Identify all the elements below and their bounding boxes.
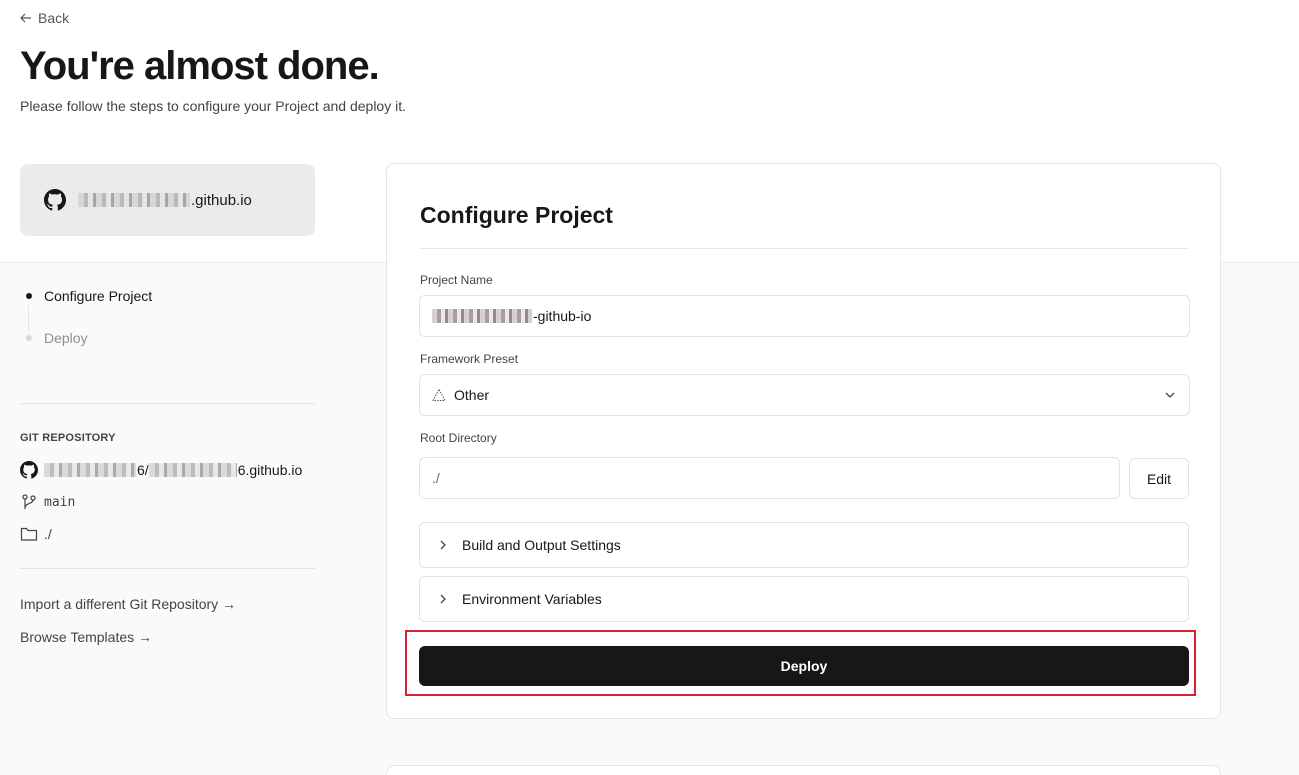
step-label: Configure Project [44, 288, 153, 304]
step-deploy: Deploy [20, 326, 152, 350]
git-repo-name[interactable]: 6/ 6.github.io [44, 462, 302, 478]
build-output-settings-accordion[interactable]: Build and Output Settings [419, 522, 1189, 568]
environment-variables-accordion[interactable]: Environment Variables [419, 576, 1189, 622]
git-directory: ./ [44, 526, 52, 542]
github-icon [20, 461, 38, 479]
root-directory-input[interactable]: ./ [419, 457, 1120, 499]
repo-card-name: .github.io [78, 192, 252, 209]
card-divider [420, 248, 1189, 249]
git-branch-name: main [44, 494, 76, 510]
git-directory-row: ./ [20, 525, 52, 543]
framework-preset-value: Other [454, 387, 490, 403]
step-connector [28, 305, 29, 331]
steps-list: Configure Project Deploy [20, 284, 152, 368]
framework-preset-label: Framework Preset [420, 352, 519, 366]
root-directory-label: Root Directory [420, 431, 497, 445]
step-inactive-dot-icon [26, 335, 32, 341]
browse-templates-link[interactable]: Browse Templates → [20, 629, 152, 645]
back-link[interactable]: Back [20, 10, 69, 26]
page-subtitle: Please follow the steps to configure you… [20, 98, 406, 114]
page-title: You're almost done. [20, 44, 380, 88]
back-label: Back [38, 10, 70, 26]
step-label: Deploy [44, 330, 88, 346]
folder-icon [20, 527, 38, 541]
chevron-down-icon [1165, 392, 1175, 398]
sidebar-divider [20, 403, 315, 404]
redacted-text [78, 193, 190, 207]
repo-card-name-suffix: .github.io [191, 191, 252, 209]
step-configure-project: Configure Project [20, 284, 152, 308]
git-branch-icon [22, 494, 36, 509]
git-repository-heading: GIT REPOSITORY [20, 432, 116, 444]
git-repo-suffix: 6.github.io [237, 462, 303, 478]
step-active-dot-icon [26, 293, 32, 299]
triangle-icon [432, 388, 446, 401]
configure-project-title: Configure Project [420, 202, 613, 228]
git-repo-row: 6/ 6.github.io [20, 461, 302, 479]
project-name-label: Project Name [420, 273, 493, 287]
import-repo-link[interactable]: Import a different Git Repository → [20, 596, 236, 612]
project-name-suffix: -github-io [533, 308, 592, 324]
sidebar-divider [20, 568, 315, 569]
git-branch-row: main [20, 493, 75, 511]
redacted-text [432, 309, 532, 323]
redacted-text [44, 463, 136, 477]
redacted-text [148, 463, 237, 477]
root-directory-value: ./ [432, 470, 440, 486]
chevron-right-icon [440, 540, 446, 550]
git-repo-mid: 6/ [137, 462, 149, 478]
configure-project-card: Configure Project Project Name -github-i… [386, 163, 1221, 719]
repo-card: .github.io [20, 164, 315, 236]
deploy-button[interactable]: Deploy [419, 646, 1189, 686]
build-output-settings-label: Build and Output Settings [462, 537, 621, 553]
chevron-right-icon [440, 594, 446, 604]
framework-preset-select[interactable]: Other [419, 374, 1190, 416]
github-icon [44, 189, 66, 211]
edit-root-directory-button[interactable]: Edit [1129, 458, 1189, 499]
project-name-input[interactable]: -github-io [419, 295, 1190, 337]
arrow-left-icon [20, 13, 31, 23]
next-card [386, 765, 1221, 775]
environment-variables-label: Environment Variables [462, 591, 602, 607]
